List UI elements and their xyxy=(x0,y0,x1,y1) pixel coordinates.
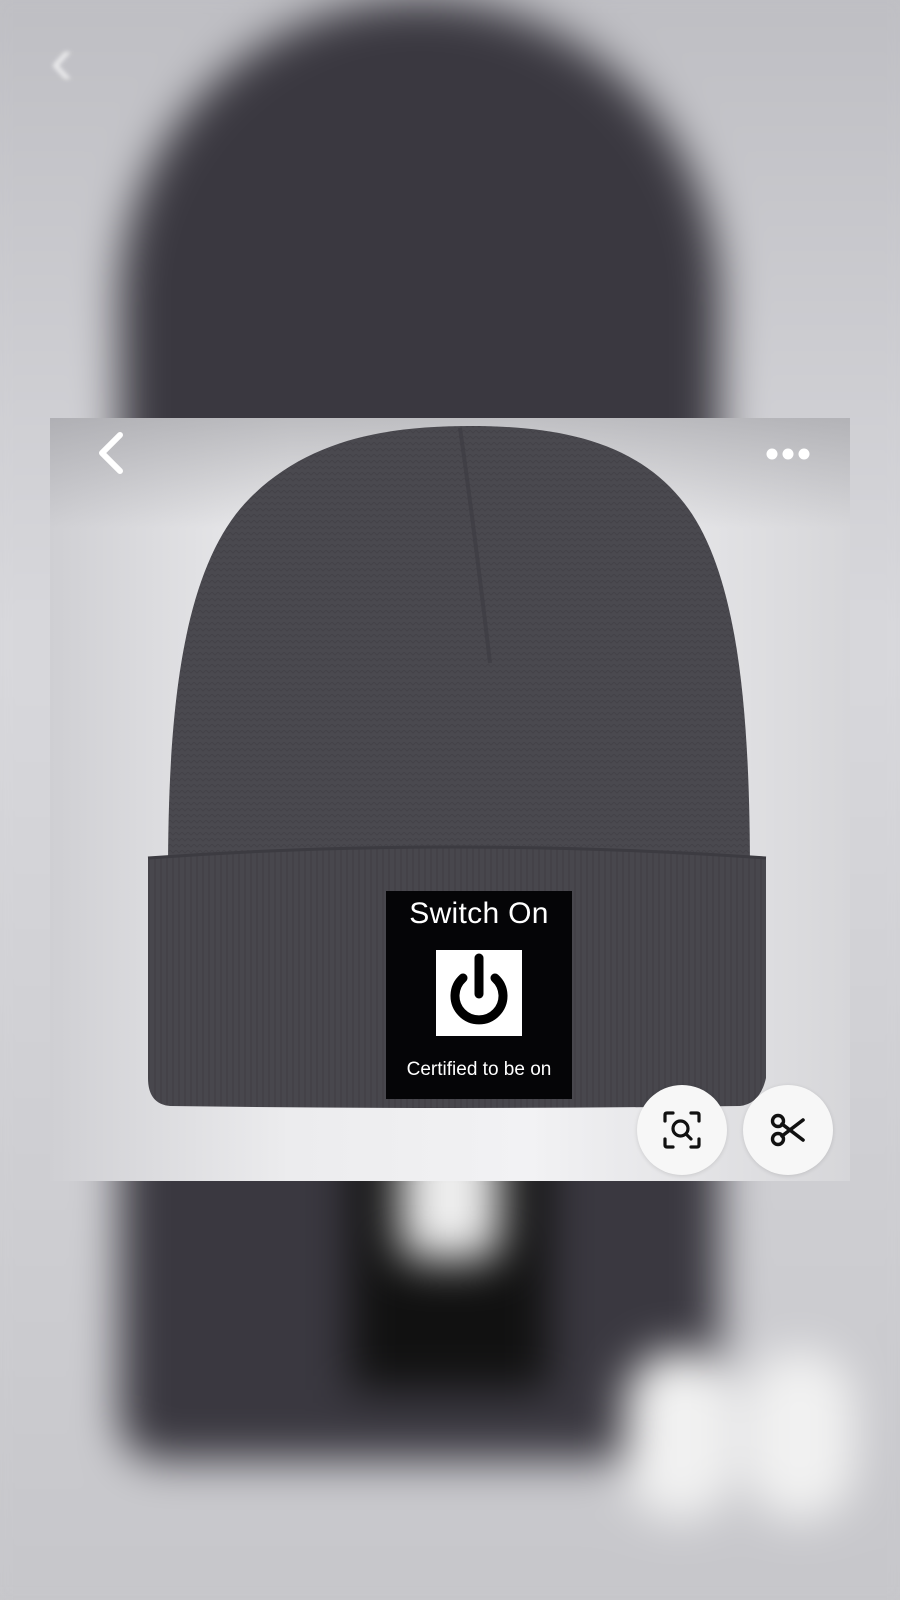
image-search-icon xyxy=(663,1111,701,1149)
visual-search-button[interactable] xyxy=(637,1085,727,1175)
label-title: Switch On xyxy=(409,897,549,930)
scissors-icon xyxy=(770,1113,805,1147)
blurred-back-icon: ‹ xyxy=(50,21,74,99)
image-viewer-screen: ‹ Switch On Certified to be on xyxy=(0,0,900,1600)
more-options-button[interactable] xyxy=(760,436,816,472)
more-horizontal-icon xyxy=(766,448,810,460)
back-button[interactable] xyxy=(88,428,134,478)
blurred-button xyxy=(745,1350,855,1520)
crop-cutout-button[interactable] xyxy=(743,1085,833,1175)
product-image[interactable]: Switch On Certified to be on xyxy=(50,418,850,1181)
beanie-crown xyxy=(168,426,750,878)
label-caption: Certified to be on xyxy=(406,1059,552,1080)
chevron-left-icon xyxy=(99,432,123,474)
blurred-button xyxy=(625,1350,735,1520)
power-icon xyxy=(436,950,522,1036)
hat-label-patch: Switch On Certified to be on xyxy=(386,891,572,1099)
